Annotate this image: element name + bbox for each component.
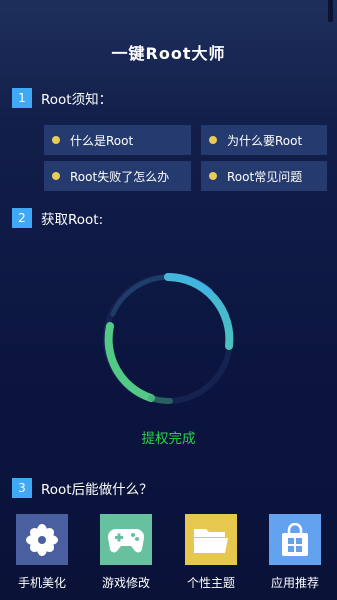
feature-phone-beautify[interactable]: 手机美化 [16,514,68,590]
store-bag-icon [282,522,308,556]
page-title: 一键Root大师 [111,44,226,63]
section-3-header: 3 Root后能做什么？ [12,478,153,498]
faq-label: 为什么要Root [227,133,303,148]
feature-label: 应用推荐 [270,576,319,590]
faq-label: Root常见问题 [227,169,303,184]
feature-tile[interactable] [269,514,321,565]
feature-tile[interactable] [16,514,68,565]
battery-icon [328,0,333,22]
section-2-number: 2 [12,208,32,228]
section-1-number: 1 [12,88,32,108]
flower-icon [26,523,58,556]
faq-label: 什么是Root [70,133,134,148]
section-1-title: Root须知： [41,92,113,108]
status-bar [0,0,337,24]
faq-label: Root失败了怎么办 [70,169,170,184]
section-3-number: 3 [12,478,32,498]
yellow-dot-icon [52,136,60,144]
yellow-dot-icon [52,172,60,180]
faq-root-failed-button[interactable]: Root失败了怎么办 [44,161,191,191]
feature-tile[interactable] [185,514,237,565]
feature-app-recommend[interactable]: 应用推荐 [269,514,321,590]
gamepad-icon [107,528,145,552]
feature-game-modify[interactable]: 游戏修改 [100,514,152,590]
root-status-text: 提权完成 [141,431,196,447]
root-progress-ring [99,270,237,408]
feature-label: 个性主题 [186,576,235,590]
yellow-dot-icon [209,136,217,144]
feature-label: 手机美化 [17,576,66,590]
feature-personal-theme[interactable]: 个性主题 [185,514,237,590]
faq-why-root-button[interactable]: 为什么要Root [201,125,327,155]
section-1-header: 1 Root须知： [12,88,112,108]
faq-common-issues-button[interactable]: Root常见问题 [201,161,327,191]
folder-icon [194,528,228,553]
section-3-title: Root后能做什么？ [41,482,153,498]
yellow-dot-icon [209,172,217,180]
section-2-header: 2 获取Root: [12,208,103,228]
faq-what-is-root-button[interactable]: 什么是Root [44,125,191,155]
section-2-title: 获取Root: [41,212,104,228]
feature-label: 游戏修改 [101,576,150,590]
feature-tile[interactable] [100,514,152,565]
